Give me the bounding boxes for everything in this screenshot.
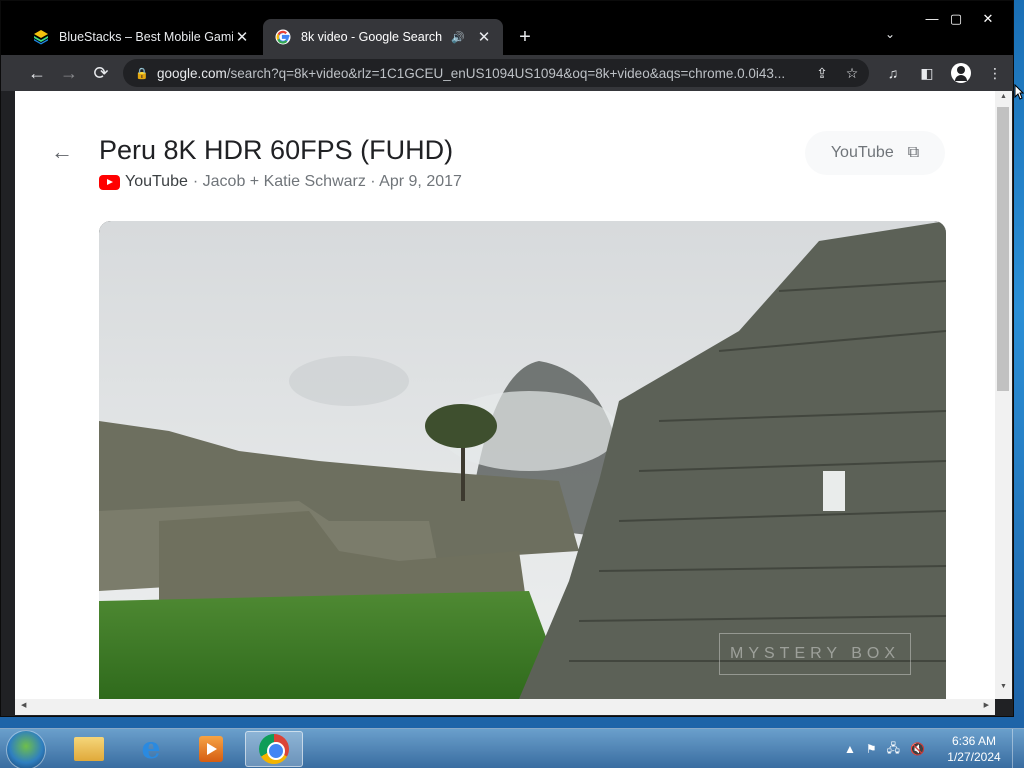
avatar	[951, 63, 971, 83]
taskbar-ie[interactable]: e	[122, 731, 180, 767]
bookmark-star-icon[interactable]: ☆	[843, 65, 861, 82]
taskbar-media-player[interactable]	[182, 731, 240, 767]
network-icon[interactable]: 🖧	[887, 739, 900, 760]
internet-explorer-icon: e	[141, 731, 161, 766]
video-meta: YouTube · Jacob + Katie Schwarz · Apr 9,…	[99, 173, 462, 191]
profile-avatar[interactable]	[947, 59, 975, 87]
media-player-icon	[199, 736, 223, 762]
open-youtube-button[interactable]: YouTube ⧉	[805, 131, 945, 175]
reload-button[interactable]: ⟳	[85, 57, 117, 89]
scrollbar-thumb[interactable]	[997, 107, 1009, 391]
taskbar: e ▲ ⚑ 🖧 🔇 6:36 AM 1/27/2024	[0, 728, 1024, 768]
video-watermark: MYSTERY BOX	[719, 633, 911, 675]
external-link-icon: ⧉	[907, 144, 920, 161]
video-frame	[99, 221, 946, 699]
chevron-down-icon[interactable]: ⌄	[885, 27, 895, 41]
video-source: YouTube	[125, 173, 188, 190]
lock-icon[interactable]: 🔒	[135, 67, 151, 80]
browser-toolbar: ← → ⟳ 🔒 google.com/search?q=8k+video&rlz…	[1, 55, 1013, 91]
horizontal-scrollbar[interactable]: ◀ ▶	[15, 699, 995, 715]
clock[interactable]: 6:36 AM 1/27/2024	[944, 733, 1004, 765]
clock-time: 6:36 AM	[951, 734, 997, 748]
scroll-up-icon[interactable]: ▲	[995, 93, 1012, 107]
tab-google-search[interactable]: 8k video - Google Search 🔊 ✕	[263, 19, 503, 55]
close-window-button[interactable]: ✕	[967, 9, 1009, 29]
scroll-right-icon[interactable]: ▶	[984, 701, 989, 709]
menu-dots-icon[interactable]: ⋮	[981, 59, 1009, 87]
google-icon	[275, 29, 291, 45]
speaker-icon[interactable]: 🔊	[451, 31, 469, 44]
mouse-cursor-icon	[1014, 84, 1024, 100]
action-center-icon[interactable]: ⚑	[866, 742, 877, 756]
new-tab-button[interactable]: +	[513, 25, 537, 49]
address-bar[interactable]: 🔒 google.com/search?q=8k+video&rlz=1C1GC…	[123, 59, 869, 87]
chrome-icon	[259, 734, 289, 764]
chip-label: YouTube	[830, 144, 894, 161]
taskbar-chrome[interactable]	[245, 731, 303, 767]
side-panel-icon[interactable]: ◧	[913, 59, 941, 87]
scroll-down-icon[interactable]: ▼	[995, 683, 1012, 697]
youtube-logo-icon	[99, 174, 120, 190]
bluestacks-icon	[34, 30, 48, 45]
start-button[interactable]	[6, 730, 46, 768]
clock-date: 1/27/2024	[947, 750, 1001, 764]
close-tab-icon[interactable]: ✕	[475, 28, 493, 46]
tab-bluestacks[interactable]: BlueStacks – Best Mobile Gaming ✕	[21, 19, 261, 55]
page-content: ← Peru 8K HDR 60FPS (FUHD) YouTube · Jac…	[15, 91, 995, 699]
show-desktop-button[interactable]	[1012, 729, 1024, 768]
browser-window: BlueStacks – Best Mobile Gaming ✕ 8k vid…	[0, 0, 1014, 717]
close-tab-icon[interactable]: ✕	[233, 28, 251, 46]
taskbar-explorer[interactable]	[60, 731, 118, 767]
system-tray: ▲ ⚑ 🖧 🔇	[844, 729, 925, 768]
folder-icon	[74, 737, 104, 761]
url-text[interactable]: google.com/search?q=8k+video&rlz=1C1GCEU…	[157, 66, 813, 81]
back-arrow-icon[interactable]: ←	[51, 139, 73, 165]
vertical-scrollbar[interactable]: ▲ ▼	[995, 91, 1012, 699]
tab-strip: BlueStacks – Best Mobile Gaming ✕ 8k vid…	[1, 1, 1013, 55]
scroll-left-icon[interactable]: ◀	[21, 701, 26, 709]
volume-muted-icon[interactable]: 🔇	[910, 742, 925, 756]
back-button[interactable]: ←	[21, 57, 53, 89]
media-control-icon[interactable]: ♫	[879, 59, 907, 87]
tab-title: 8k video - Google Search	[301, 30, 443, 44]
show-hidden-icons-icon[interactable]: ▲	[844, 742, 856, 756]
share-icon[interactable]: ⇪	[813, 65, 831, 82]
forward-button[interactable]: →	[53, 57, 85, 89]
video-details: · Jacob + Katie Schwarz · Apr 9, 2017	[192, 173, 462, 190]
tab-title: BlueStacks – Best Mobile Gaming	[59, 30, 233, 44]
video-title[interactable]: Peru 8K HDR 60FPS (FUHD)	[99, 135, 453, 166]
video-player[interactable]: MYSTERY BOX	[99, 221, 946, 699]
